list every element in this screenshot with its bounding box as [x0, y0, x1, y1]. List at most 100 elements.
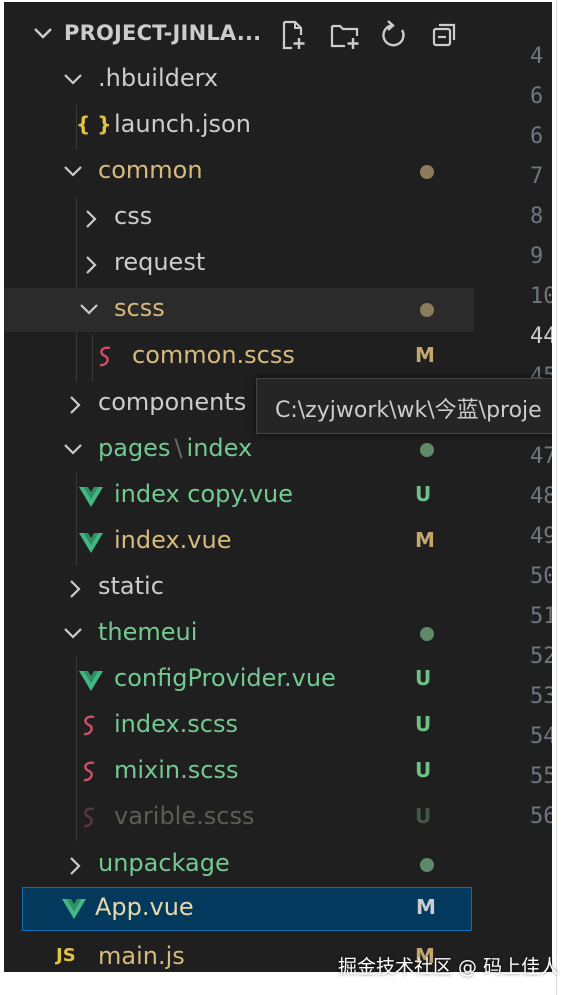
chevron-right-icon: [86, 210, 97, 228]
folder-segment: pages: [98, 434, 171, 462]
chevron-down-icon: [64, 166, 82, 177]
line-number: 48: [530, 484, 552, 509]
git-status-badge: M: [416, 895, 436, 919]
folder-css[interactable]: css: [4, 196, 474, 240]
chevron-down-icon: [64, 74, 82, 85]
untracked-dot: [420, 858, 434, 872]
git-status-badge: U: [415, 482, 432, 506]
file-label: launch.json: [114, 110, 251, 138]
chevron-right-icon: [70, 857, 81, 875]
explorer-panel: PROJECT-JINLA... .hbuilderx {} launch.j…: [4, 2, 474, 972]
git-status-badge: U: [415, 804, 432, 828]
folder-label: request: [114, 248, 206, 276]
line-number: 4: [530, 44, 544, 69]
line-number: 53: [530, 684, 552, 709]
folder-label: scss: [114, 294, 165, 322]
line-number-gutter: 4 6 6 7 8 9 10 44 45 46 47 48 49 50 51 5…: [524, 2, 552, 972]
folder-hbuilderx[interactable]: .hbuilderx: [4, 58, 474, 102]
refresh-icon[interactable]: [377, 18, 411, 52]
file-label: configProvider.vue: [114, 664, 336, 692]
folder-scss[interactable]: scss: [4, 288, 474, 332]
folder-static[interactable]: static: [4, 566, 474, 610]
line-number: 49: [530, 524, 552, 549]
line-number: 6: [530, 84, 544, 109]
file-app-vue[interactable]: App.vue M: [22, 887, 472, 931]
line-number: 6: [530, 124, 544, 149]
sass-icon: [99, 346, 111, 367]
line-number: 51: [530, 604, 552, 629]
vue-icon: [62, 899, 86, 919]
chevron-right-icon: [70, 580, 81, 598]
file-label: index.vue: [114, 526, 232, 554]
folder-label: .hbuilderx: [98, 64, 219, 92]
file-launch-json[interactable]: { } launch.json: [4, 104, 474, 148]
line-number: 52: [530, 644, 552, 669]
vue-icon: [79, 487, 103, 507]
sass-icon: [83, 715, 95, 736]
sass-icon: [83, 761, 95, 782]
chevron-right-icon: [70, 396, 81, 414]
new-file-icon[interactable]: [276, 18, 310, 52]
folder-pages-index[interactable]: pages \ index: [4, 428, 474, 472]
chevron-down-icon: [64, 444, 82, 455]
folder-label: pages \ index: [98, 434, 252, 462]
watermark: 掘金技术社区 @ 码上佳人: [338, 956, 560, 978]
folder-themeui[interactable]: themeui: [4, 612, 474, 656]
file-common-scss[interactable]: common.scss M: [4, 335, 474, 379]
file-label: varible.scss: [114, 802, 255, 830]
explorer-header[interactable]: PROJECT-JINLA...: [4, 10, 474, 56]
file-varible-scss[interactable]: varible.scss U: [4, 796, 474, 840]
git-status-badge: M: [415, 343, 435, 367]
right-margin: [552, 0, 584, 995]
file-config-provider-vue[interactable]: configProvider.vue U: [4, 658, 474, 702]
file-label: mixin.scss: [114, 756, 239, 784]
untracked-dot: [420, 627, 434, 641]
sass-icon: [83, 807, 95, 828]
git-status-badge: U: [415, 666, 432, 690]
folder-label: common: [98, 156, 203, 184]
json-file-icon: { }: [76, 112, 112, 136]
untracked-dot: [420, 443, 434, 457]
folder-label: components: [98, 388, 247, 416]
file-label: common.scss: [132, 341, 295, 369]
line-number: 8: [530, 204, 544, 229]
folder-unpackage[interactable]: unpackage: [4, 843, 474, 887]
file-index-vue[interactable]: index.vue M: [4, 520, 474, 564]
file-label: App.vue: [95, 893, 194, 921]
line-number: 54: [530, 724, 552, 749]
folder-common[interactable]: common: [4, 150, 474, 194]
path-separator: \: [174, 434, 183, 462]
js-file-icon: JS: [56, 945, 76, 966]
editor-window: PROJECT-JINLA... .hbuilderx {} launch.j…: [4, 2, 552, 972]
git-status-badge: M: [415, 528, 435, 552]
tooltip-text: C:\zyjwork\wk\今蓝\proje: [275, 398, 542, 423]
git-status-badge: U: [415, 712, 432, 736]
file-mixin-scss[interactable]: mixin.scss U: [4, 750, 474, 794]
new-folder-icon[interactable]: [328, 18, 362, 52]
file-index-scss[interactable]: index.scss U: [4, 704, 474, 748]
line-number: 47: [530, 444, 552, 469]
modified-dot: [420, 165, 434, 179]
git-status-badge: U: [415, 758, 432, 782]
file-index-copy-vue[interactable]: index copy.vue U: [4, 474, 474, 518]
chevron-down-icon: [80, 304, 98, 315]
folder-label: themeui: [98, 618, 198, 646]
file-label: index.scss: [114, 710, 238, 738]
line-number: 55: [530, 764, 552, 789]
collapse-all-icon[interactable]: [428, 18, 462, 52]
path-tooltip: C:\zyjwork\wk\今蓝\proje: [256, 378, 552, 434]
file-label: main.js: [98, 942, 185, 970]
file-label: index copy.vue: [114, 480, 293, 508]
folder-label: css: [114, 202, 153, 230]
chevron-right-icon: [86, 256, 97, 274]
line-number: 50: [530, 564, 552, 589]
line-number-current: 44: [530, 324, 552, 349]
folder-request[interactable]: request: [4, 242, 474, 286]
line-number: 10: [530, 284, 552, 309]
folder-label: static: [98, 572, 164, 600]
modified-dot: [420, 303, 434, 317]
folder-segment: index: [186, 434, 253, 462]
vue-icon: [79, 671, 103, 691]
chevron-down-icon: [64, 628, 82, 639]
chevron-down-icon[interactable]: [32, 24, 54, 42]
